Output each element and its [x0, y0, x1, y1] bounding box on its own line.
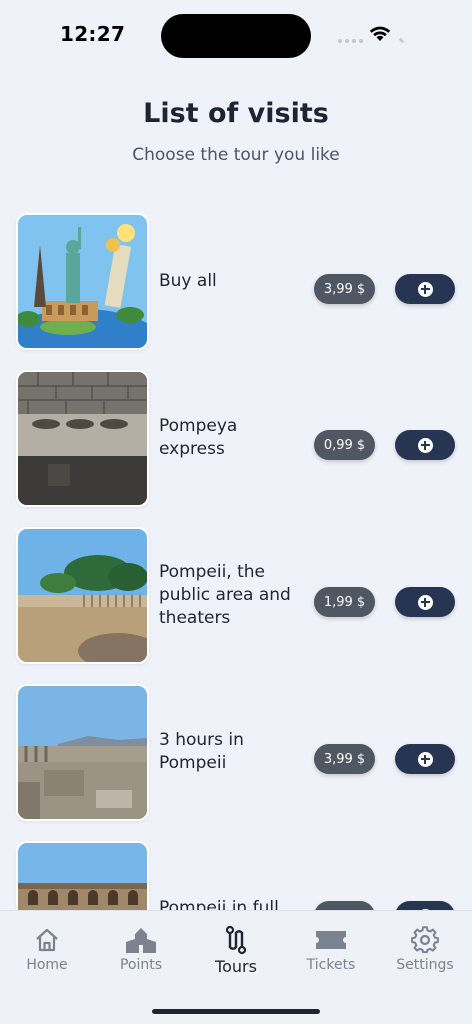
tab-tickets[interactable]: Tickets: [291, 925, 371, 973]
status-bar: 12:27: [0, 0, 472, 70]
price-badge: 1,99 $: [314, 587, 375, 617]
tour-row[interactable]: Buy all 3,99 $: [0, 213, 472, 350]
add-to-cart-button[interactable]: [395, 274, 455, 304]
page-subtitle: Choose the tour you like: [132, 145, 340, 165]
stone-counter-image: [18, 372, 147, 505]
status-time: 12:27: [60, 22, 126, 46]
page-header: List of visits Choose the tour you like: [0, 96, 472, 167]
price-badge: 0,99 $: [314, 430, 375, 460]
tour-name: Pompeii, the public area and theaters: [159, 562, 291, 628]
tour-name: Pompeya express: [159, 416, 238, 459]
tab-settings[interactable]: Settings: [385, 925, 465, 973]
tab-home[interactable]: Home: [7, 925, 87, 973]
tab-points[interactable]: Points: [101, 925, 181, 973]
add-to-cart-button[interactable]: [395, 744, 455, 774]
plus-icon: [417, 594, 433, 610]
home-icon: [36, 928, 58, 952]
price-badge: 3,99 $: [314, 744, 375, 774]
tour-thumbnail[interactable]: [16, 684, 149, 821]
add-to-cart-button[interactable]: [395, 587, 455, 617]
tab-bar: Home Points Tours Tickets Settings: [0, 910, 472, 1024]
wifi-icon: [369, 26, 391, 41]
home-indicator: [152, 1009, 320, 1014]
gear-icon: [411, 926, 439, 954]
page-title: List of visits: [143, 98, 329, 129]
price-badge: 5,99 $: [314, 901, 375, 910]
tab-tours[interactable]: Tours: [196, 925, 276, 976]
tour-thumbnail[interactable]: [16, 370, 149, 507]
tab-label: Home: [26, 957, 68, 973]
plus-icon: [417, 281, 433, 297]
tour-row[interactable]: Pompeya express 0,99 $: [0, 370, 472, 507]
tour-thumbnail[interactable]: [16, 213, 149, 350]
tab-label: Settings: [396, 957, 454, 973]
dynamic-island: [161, 14, 311, 58]
signal-icon: [338, 39, 363, 43]
plus-icon: [417, 437, 433, 453]
tour-row[interactable]: 3 hours in Pompeii 3,99 $: [0, 684, 472, 821]
tour-name: 3 hours in Pompeii: [159, 730, 244, 773]
battery-icon: [398, 37, 405, 44]
tour-list[interactable]: Buy all 3,99 $ Pompeya express 0,99 $ Po…: [0, 213, 472, 910]
plus-icon: [417, 751, 433, 767]
ticket-icon: [316, 931, 346, 949]
tab-label: Points: [119, 957, 163, 973]
tour-row[interactable]: Pompeii in full 5,99 $: [0, 841, 472, 910]
route-icon: [225, 925, 247, 955]
add-to-cart-button[interactable]: [395, 430, 455, 460]
ruins-colonnade-image: [18, 529, 147, 662]
tour-thumbnail[interactable]: [16, 527, 149, 664]
church-icon: [126, 928, 156, 953]
forum-ruins-image: [18, 686, 147, 819]
price-badge: 3,99 $: [314, 274, 375, 304]
tour-name: Pompeii in full: [159, 898, 279, 910]
add-to-cart-button[interactable]: [395, 901, 455, 910]
tour-thumbnail[interactable]: [16, 841, 149, 910]
tour-name: Buy all: [159, 271, 217, 291]
amphitheater-image: [18, 843, 147, 910]
tab-label: Tickets: [306, 957, 356, 973]
tab-label: Tours: [215, 957, 257, 976]
tour-row[interactable]: Pompeii, the public area and theaters 1,…: [0, 527, 472, 664]
landmarks-collage-image: [18, 215, 147, 348]
